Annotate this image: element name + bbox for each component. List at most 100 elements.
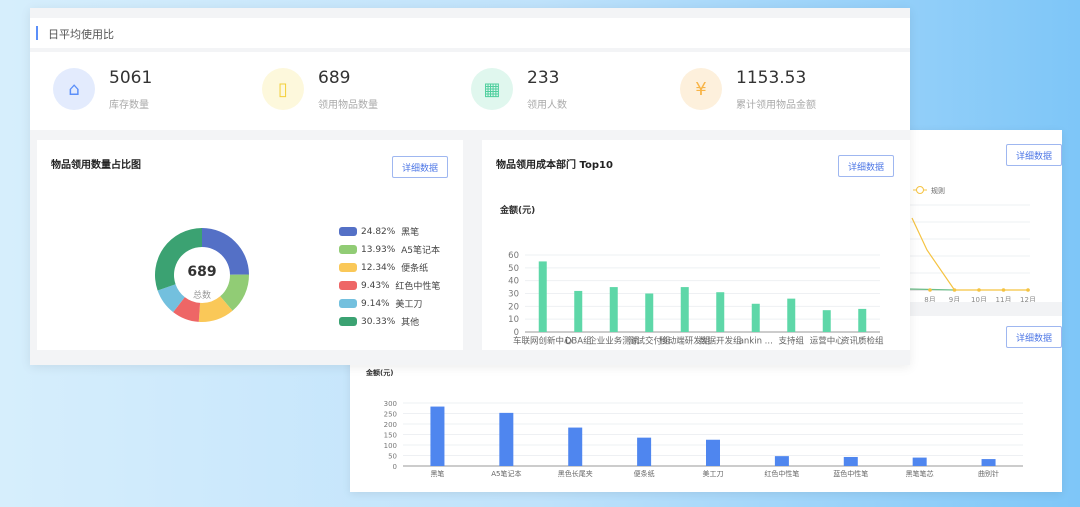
legend-item[interactable]: 24.82% 黑笔 — [339, 225, 419, 238]
bar — [843, 456, 858, 466]
hand-item-icon: ▯ — [262, 68, 304, 110]
x-tick-label: 美工刀 — [703, 469, 724, 478]
item-cost-detail-button[interactable]: 详细数据 — [1006, 326, 1062, 348]
legend-label: 黑笔 — [401, 228, 420, 238]
x-tick-label: 蓝色中性笔 — [833, 469, 868, 478]
y-tick-label: 60 — [508, 251, 519, 261]
legend-label: 规则 — [931, 186, 945, 195]
stat-3: ¥1153.53 累计领用物品金额 — [680, 64, 880, 120]
bar — [751, 303, 760, 332]
bar — [787, 298, 796, 332]
y-axis-title: 金额(元) — [499, 204, 535, 216]
legend-percent: 13.93% — [361, 244, 396, 255]
donut-card-title: 物品领用数量占比图 — [51, 160, 141, 171]
y-tick-label: 100 — [384, 442, 397, 450]
legend-item[interactable]: 9.14% 美工刀 — [339, 297, 422, 310]
stat-0: ⌂ 5061 库存数量 — [53, 64, 253, 120]
legend-label: 便条纸 — [401, 264, 429, 274]
bar — [637, 437, 652, 466]
x-tick-label: 支持组 — [778, 336, 804, 347]
bar — [774, 456, 789, 466]
x-tick-label: 黑色长尾夹 — [558, 469, 593, 478]
y-tick-label: 30 — [508, 290, 519, 300]
legend-swatch — [339, 245, 357, 254]
donut-center-label: 总数 — [192, 291, 211, 301]
stats-row: ⌂ 5061 库存数量 ▯ 689 领用物品数量 ▦ 233 领用人数 ¥1153.53 累计领用物… — [30, 52, 910, 130]
stat-1: ▯ 689 领用物品数量 — [262, 64, 462, 120]
bar — [499, 412, 514, 466]
stat-value: 5061 — [109, 68, 153, 88]
donut-card: 物品领用数量占比图 详细数据 689 总数 24.82% 黑笔 13.93% A5… — [37, 140, 463, 350]
person-card-icon: ▦ — [471, 68, 513, 110]
section-header: 日平均使用比 — [30, 18, 910, 48]
bar — [568, 427, 583, 466]
x-tick-label: A5笔记本 — [491, 469, 521, 478]
y-tick-label: 50 — [388, 453, 397, 461]
x-tick-label: 红色中性笔 — [764, 469, 799, 478]
bar — [645, 293, 654, 332]
x-tick-label: 数据开发组 — [699, 336, 742, 347]
donut-center-value: 689 — [187, 264, 217, 280]
y-tick-label: 20 — [508, 302, 519, 312]
legend-item[interactable]: 9.43% 红色中性笔 — [339, 279, 440, 292]
legend-percent: 24.82% — [361, 226, 396, 237]
line-point — [1001, 288, 1006, 292]
y-tick-label: 200 — [384, 421, 397, 429]
y-tick-label: 150 — [384, 432, 397, 440]
stat-value: 1153.53 — [736, 68, 807, 88]
department-bar-chart: 金额(元)0102030405060车联网创新中心DBA组企业业务测试测试交付组… — [499, 204, 884, 347]
legend-swatch — [339, 227, 357, 236]
legend-item[interactable]: 12.34% 便条纸 — [339, 261, 428, 274]
y-tick-label: 40 — [508, 277, 519, 287]
y-tick-label: 0 — [393, 463, 397, 471]
bar — [574, 290, 583, 332]
donut-detail-button[interactable]: 详细数据 — [392, 156, 448, 178]
legend-swatch — [339, 299, 357, 308]
legend-percent: 9.14% — [361, 298, 390, 309]
stat-2: ▦ 233 领用人数 — [471, 64, 671, 120]
y-tick-label: 250 — [384, 411, 397, 419]
legend-marker-icon — [916, 186, 924, 194]
stat-label: 领用物品数量 — [318, 100, 378, 111]
stat-label: 库存数量 — [109, 100, 149, 111]
legend-percent: 30.33% — [361, 316, 396, 327]
donut-slice — [155, 228, 202, 291]
bar — [680, 287, 689, 332]
x-tick-label: 曲别针 — [978, 469, 999, 478]
line-point — [1026, 288, 1030, 292]
department-card-title: 物品领用成本部门 Top10 — [496, 160, 613, 171]
legend-item[interactable]: 13.93% A5笔记本 — [339, 243, 440, 256]
line-point — [977, 288, 981, 292]
warehouse-icon: ⌂ — [53, 68, 95, 110]
yen-coin-icon: ¥ — [680, 68, 722, 110]
stat-label: 领用人数 — [527, 100, 567, 111]
line-point — [952, 288, 957, 292]
bar — [706, 439, 720, 466]
legend-label: 美工刀 — [395, 300, 423, 310]
department-detail-button[interactable]: 详细数据 — [838, 155, 894, 177]
bar — [822, 310, 831, 332]
stat-value: 233 — [527, 68, 560, 88]
y-tick-label: 300 — [384, 400, 397, 408]
item-cost-bar-chart: 金额(元) 0 50 100 150 200 250 300 黑笔 A5笔记本 黑色长尾夹 便条纸 美工… — [365, 368, 1023, 478]
legend-swatch — [339, 263, 357, 272]
bar — [538, 261, 547, 332]
legend-swatch — [339, 281, 357, 290]
legend-item[interactable]: 30.33% 其他 — [339, 315, 419, 328]
department-top10-card: 物品领用成本部门 Top10 详细数据 金额(元) 0 10 20 30 40 50 60 车联… — [482, 140, 910, 350]
front-dashboard-panel: 日平均使用比 ⌂ 5061 库存数量 ▯ 689 领用物品数量 ▦ 233 领用人数 ¥1153.… — [30, 8, 910, 365]
x-tick-label: 运营中心 — [810, 336, 845, 347]
x-tick-label: 便条纸 — [634, 469, 655, 478]
legend-percent: 12.34% — [361, 262, 396, 273]
x-tick-label: ankin ... — [739, 337, 773, 347]
y-tick-label: 10 — [508, 315, 519, 325]
x-tick-label: 黑笔 — [430, 469, 444, 478]
x-tick-label: 资讯质检组 — [841, 336, 884, 347]
bar — [609, 287, 618, 332]
bar — [981, 459, 996, 466]
y-tick-label: 50 — [508, 264, 519, 274]
legend-percent: 9.43% — [361, 280, 390, 291]
bar — [912, 457, 927, 466]
y-axis-title: 金额(元) — [365, 368, 393, 377]
bar — [716, 292, 725, 332]
